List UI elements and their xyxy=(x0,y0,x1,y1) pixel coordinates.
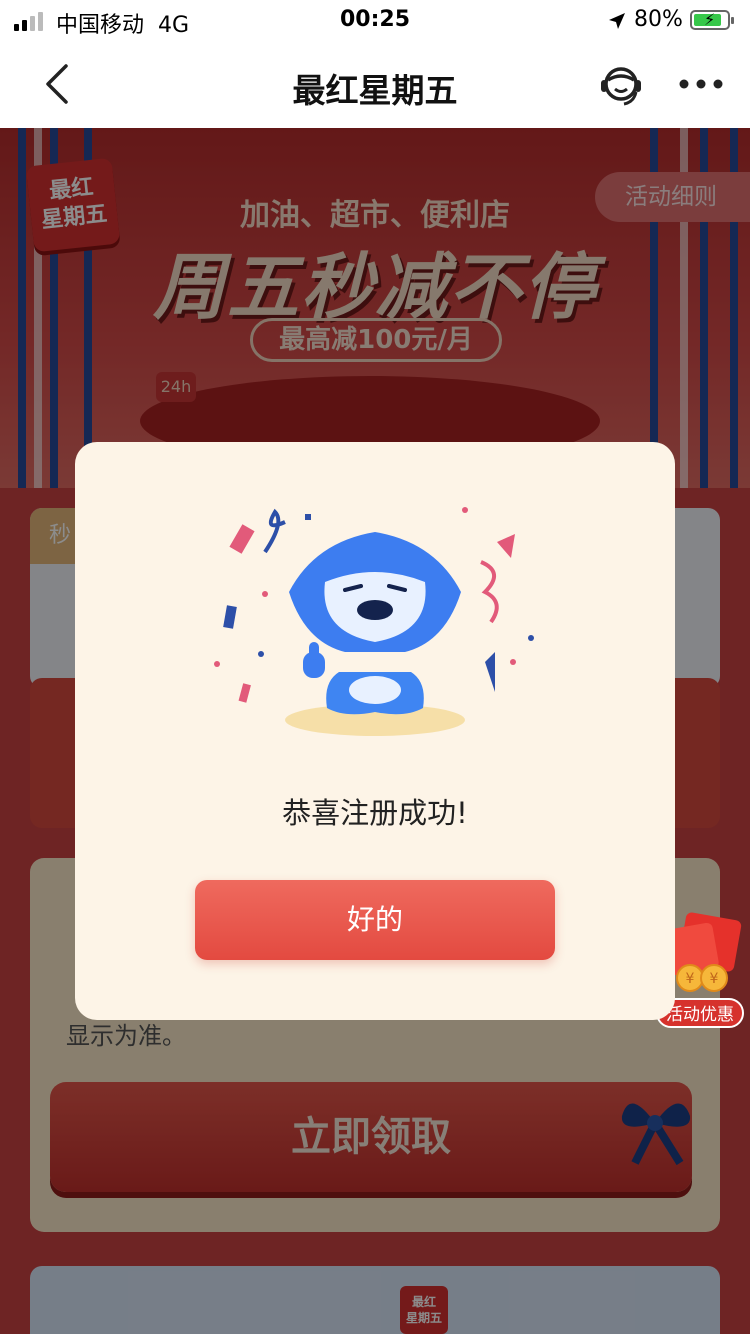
nav-bar: 最红星期五 xyxy=(0,40,750,128)
lion-mascot-icon xyxy=(214,507,534,736)
customer-service-icon[interactable] xyxy=(596,62,646,108)
svg-text:¥: ¥ xyxy=(710,971,719,987)
battery-percent: 80% xyxy=(634,7,683,32)
ok-button[interactable]: 好的 xyxy=(195,880,555,960)
location-arrow-icon xyxy=(609,13,625,29)
dialog-message: 恭喜注册成功! xyxy=(282,796,468,830)
more-dots-icon[interactable] xyxy=(676,70,726,98)
success-dialog: 恭喜注册成功! 好的 xyxy=(75,442,675,1020)
svg-text:¥: ¥ xyxy=(686,971,695,987)
status-bar: 中国移动 4G 00:25 80% ⚡ xyxy=(0,0,750,40)
battery-icon: ⚡ xyxy=(690,10,734,30)
